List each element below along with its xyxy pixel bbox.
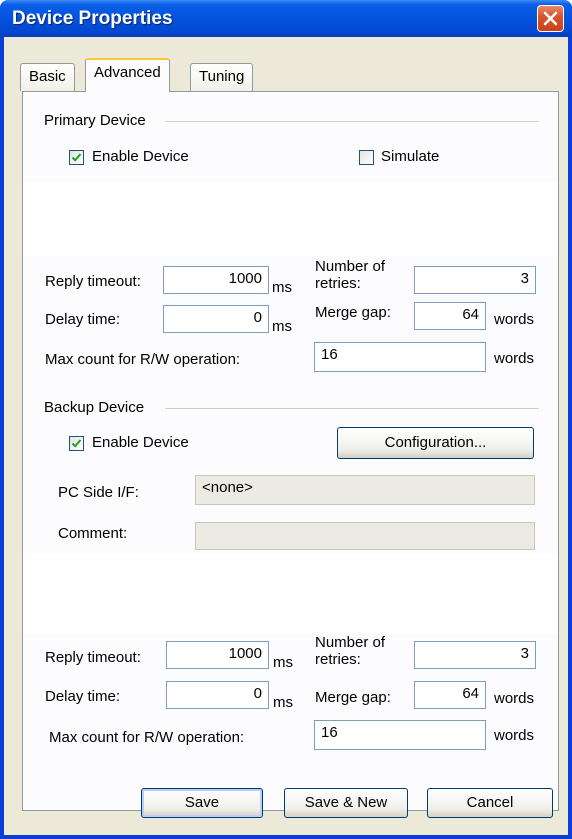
dialog-client-area: Basic Advanced Tuning Primary Device Ena… — [4, 37, 568, 835]
reply-timeout-label: Reply timeout: — [45, 273, 141, 290]
max-count-input[interactable]: 16 — [314, 342, 486, 372]
delay-time-input[interactable]: 0 — [163, 305, 269, 333]
primary-device-heading: Primary Device — [44, 112, 146, 129]
divider — [165, 408, 539, 409]
save-and-new-button[interactable]: Save & New — [284, 788, 408, 818]
spacer-area — [23, 182, 558, 256]
title-bar[interactable]: Device Properties — [0, 0, 572, 37]
primary-enable-label: Enable Device — [92, 148, 189, 165]
tab-advanced[interactable]: Advanced — [85, 58, 170, 92]
cancel-button[interactable]: Cancel — [427, 788, 553, 818]
tab-basic[interactable]: Basic — [20, 63, 75, 91]
words-unit: words — [494, 311, 535, 328]
advanced-tab-panel: Primary Device Enable Device Simulate Re… — [22, 91, 559, 811]
ms-unit: ms — [272, 318, 292, 335]
retries-input[interactable]: 3 — [414, 266, 536, 294]
comment-label: Comment: — [58, 525, 128, 542]
divider — [165, 121, 539, 122]
backup-retries-label: Number of retries: — [315, 634, 386, 668]
backup-enable-checkbox[interactable] — [69, 436, 84, 451]
backup-merge-gap-input[interactable]: 64 — [414, 681, 486, 709]
words-unit: words — [494, 690, 535, 707]
dialog-window: Device Properties Basic Advanced Tuning … — [0, 0, 572, 839]
ms-unit: ms — [272, 279, 292, 296]
backup-enable-label: Enable Device — [92, 434, 189, 451]
max-count-label: Max count for R/W operation: — [45, 351, 241, 368]
backup-retries-input[interactable]: 3 — [414, 641, 536, 669]
ms-unit: ms — [273, 654, 293, 671]
backup-device-heading: Backup Device — [44, 399, 145, 416]
simulate-label: Simulate — [381, 148, 440, 165]
window-title: Device Properties — [12, 8, 173, 29]
backup-delay-time-label: Delay time: — [45, 688, 121, 705]
comment-field — [195, 522, 535, 550]
reply-timeout-input[interactable]: 1000 — [163, 266, 269, 294]
backup-reply-timeout-label: Reply timeout: — [45, 649, 141, 666]
save-button[interactable]: Save — [141, 788, 263, 818]
pc-side-label: PC Side I/F: — [58, 484, 139, 501]
merge-gap-label: Merge gap: — [315, 304, 391, 321]
merge-gap-input[interactable]: 64 — [414, 302, 486, 330]
backup-merge-gap-label: Merge gap: — [315, 689, 391, 706]
tab-tuning[interactable]: Tuning — [190, 63, 254, 91]
backup-delay-time-input[interactable]: 0 — [166, 681, 269, 709]
close-button[interactable] — [537, 5, 564, 32]
pc-side-field: <none> — [195, 475, 535, 505]
simulate-checkbox[interactable] — [359, 150, 374, 165]
backup-max-count-label: Max count for R/W operation: — [49, 729, 245, 746]
backup-max-count-input[interactable]: 16 — [314, 720, 486, 750]
retries-label: Number of retries: — [315, 258, 386, 292]
configuration-button[interactable]: Configuration... — [337, 427, 534, 459]
spacer-area — [23, 554, 558, 634]
delay-time-label: Delay time: — [45, 311, 121, 328]
primary-enable-checkbox[interactable] — [69, 150, 84, 165]
ms-unit: ms — [273, 694, 293, 711]
words-unit: words — [494, 727, 535, 744]
words-unit: words — [494, 350, 535, 367]
backup-reply-timeout-input[interactable]: 1000 — [166, 641, 269, 669]
